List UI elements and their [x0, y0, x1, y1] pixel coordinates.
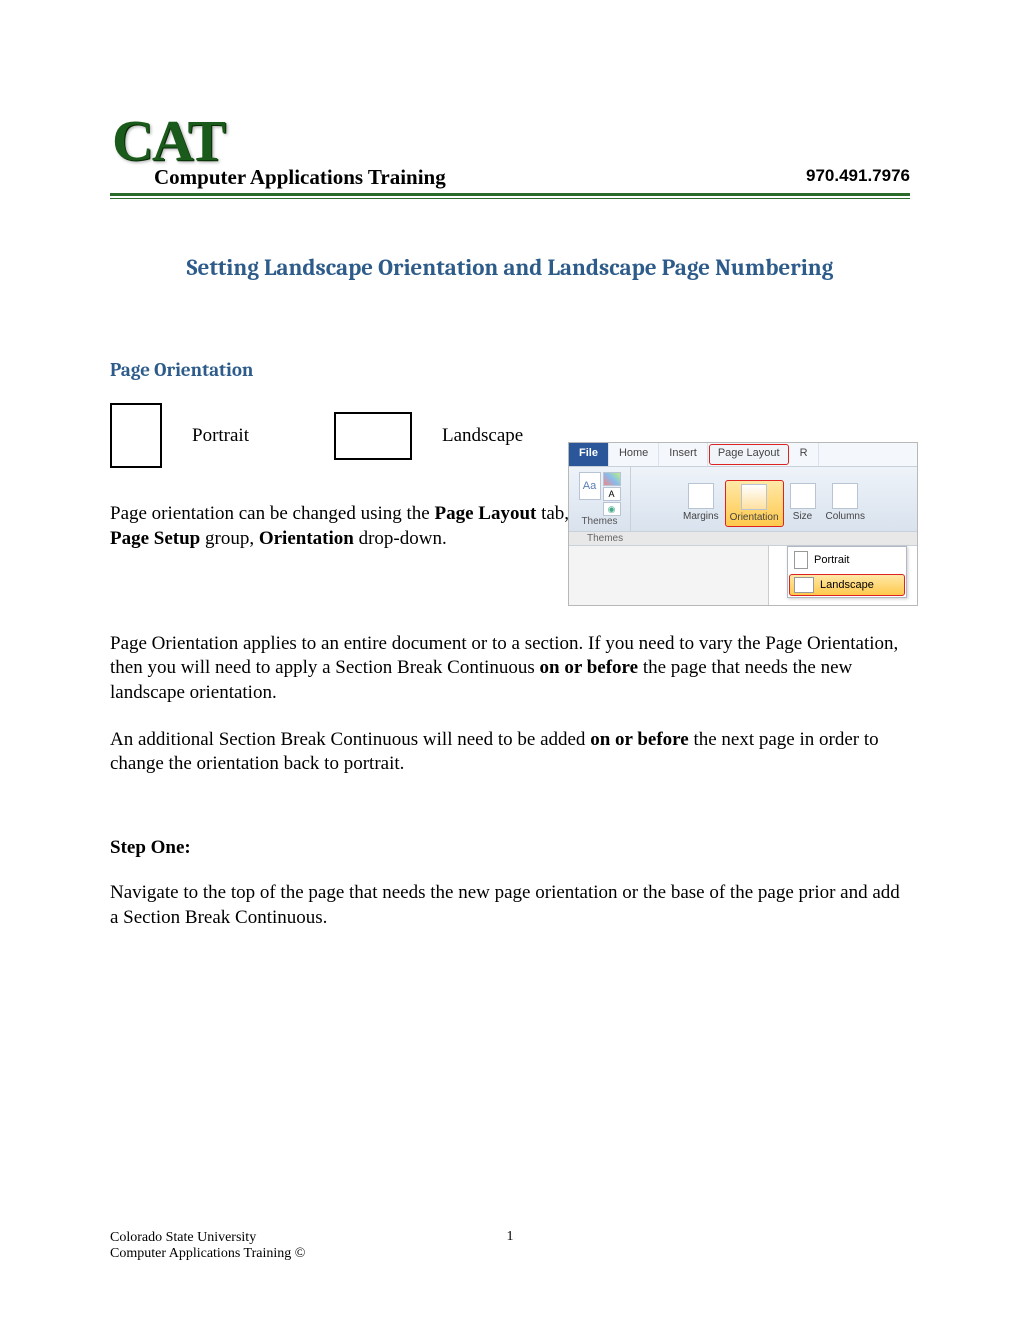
ruler-area: Portrait Landscape: [569, 545, 917, 605]
portrait-icon: [110, 403, 162, 468]
size-button: Size: [786, 480, 820, 527]
paragraph-3: An additional Section Break Continuous w…: [110, 728, 910, 777]
ruler-corner: [569, 546, 769, 605]
ribbon-tabs: File Home Insert Page Layout R: [569, 443, 917, 467]
word-ribbon-screenshot: File Home Insert Page Layout R Aa A ◉ Th…: [568, 442, 918, 606]
phone-number: 970.491.7976: [806, 166, 910, 186]
ribbon-tab-insert: Insert: [659, 443, 708, 466]
logo-block: CAT Computer Applications Training: [110, 115, 446, 190]
ribbon-body: Aa A ◉ Themes Margins Orientation: [569, 467, 917, 531]
landscape-label: Landscape: [442, 425, 523, 447]
step-one-heading: Step One:: [110, 837, 910, 859]
themes-label: Themes: [581, 516, 617, 527]
landscape-icon: [334, 412, 412, 460]
cat-logo-text: CAT: [112, 115, 446, 167]
themes-aa-icon: Aa: [579, 472, 601, 500]
ribbon-tab-file: File: [569, 443, 609, 466]
footer-line-1: Colorado State University: [110, 1230, 910, 1246]
footer: Colorado State University Computer Appli…: [110, 1230, 910, 1262]
portrait-option-icon: [794, 551, 808, 569]
margins-icon: [688, 483, 714, 509]
ribbon-tab-r: R: [790, 443, 819, 466]
dropdown-portrait: Portrait: [788, 547, 906, 573]
colors-icon: [603, 472, 621, 486]
paragraph-2: Page Orientation applies to an entire do…: [110, 632, 910, 706]
orientation-dropdown: Portrait Landscape: [787, 546, 907, 598]
step-one-text: Navigate to the top of the page that nee…: [110, 881, 910, 930]
size-icon: [790, 483, 816, 509]
dropdown-landscape: Landscape: [789, 574, 905, 596]
logo-subtitle: Computer Applications Training: [154, 165, 446, 190]
section-heading-orientation: Page Orientation: [110, 359, 910, 381]
margins-button: Margins: [679, 480, 723, 527]
columns-button: Columns: [822, 480, 869, 527]
orientation-icon: [741, 484, 767, 510]
paragraph-1: Page orientation can be changed using th…: [110, 502, 610, 551]
page-header: CAT Computer Applications Training 970.4…: [110, 115, 910, 196]
footer-line-2: Computer Applications Training ©: [110, 1246, 910, 1262]
ribbon-group-themes: Aa A ◉ Themes: [569, 467, 631, 531]
columns-icon: [832, 483, 858, 509]
ribbon-group-labels-row: Themes: [569, 531, 917, 545]
effects-icon: ◉: [603, 502, 621, 516]
portrait-label: Portrait: [192, 425, 249, 447]
ribbon-tab-home: Home: [609, 443, 659, 466]
fonts-icon: A: [603, 487, 621, 501]
landscape-option-icon: [794, 577, 814, 593]
ribbon-group-page-setup: Margins Orientation Size Columns: [631, 467, 917, 531]
orientation-button: Orientation: [725, 480, 784, 527]
document-title: Setting Landscape Orientation and Landsc…: [110, 254, 910, 281]
ribbon-tab-page-layout: Page Layout: [709, 444, 789, 465]
